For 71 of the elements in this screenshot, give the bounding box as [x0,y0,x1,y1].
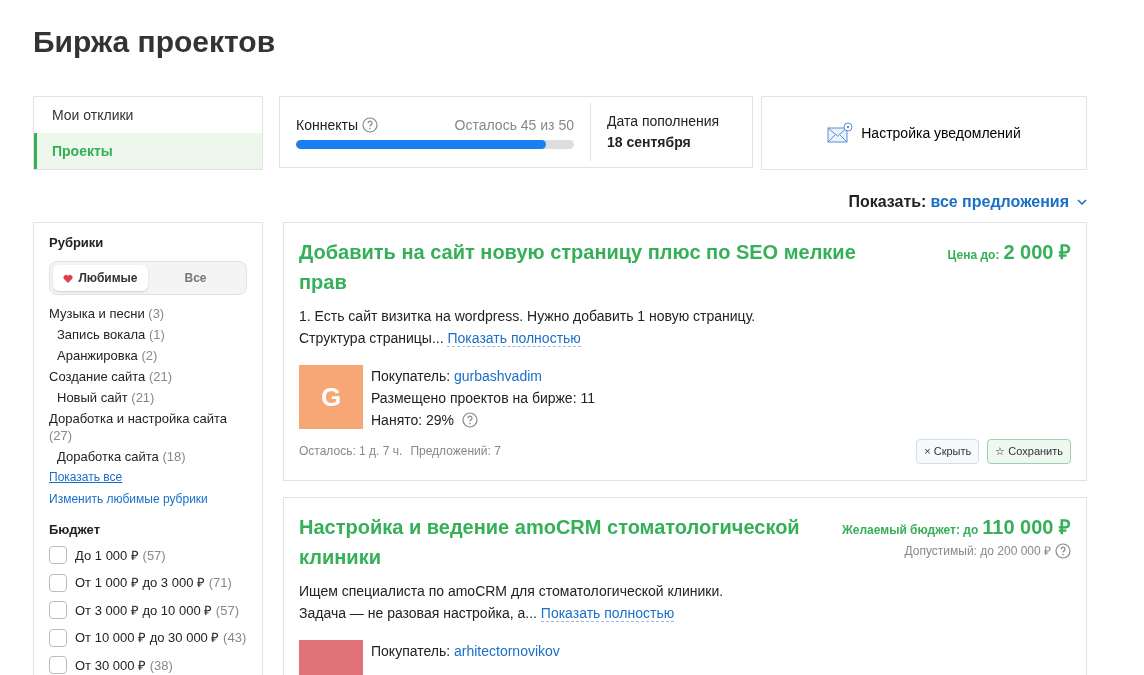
option-label: От 10 000 ₽ до 30 000 ₽ [75,630,220,645]
help-icon[interactable] [1055,542,1071,559]
category-label[interactable]: Доработка и настройка сайта [49,410,228,426]
refill-date: 18 сентября [607,133,692,152]
option-count: (43) [223,630,247,645]
checkbox[interactable] [49,628,67,647]
option-count: (57) [142,547,166,563]
show-all-link[interactable]: Показать все [49,467,123,486]
option-count: (71) [208,575,232,590]
section-title: Рубрики [49,234,105,252]
checkbox[interactable] [49,656,67,675]
category-label[interactable]: Доработка сайта [57,448,159,464]
project-description: 1. Есть сайт визитка на wordpress. Нужно добавить 1 новую страницу. Структура страницы... Показать полностью [299,307,757,349]
buyer-link[interactable]: gurbashvadim [454,368,542,384]
section-title: Бюджет [49,521,101,539]
category-label[interactable]: Создание сайта [49,368,146,384]
category-label[interactable]: Музыка и песни [49,305,145,321]
category-count: (27) [49,427,73,443]
category-label[interactable]: Запись вокала [57,326,146,342]
checkbox[interactable] [49,601,67,620]
category-count: (18) [162,448,186,464]
remaining-label: Осталось [454,117,517,133]
connects-label: Коннекты [296,117,358,133]
toggle-tab[interactable]: Все [148,264,243,291]
price: 2 000 ₽ [1003,240,1071,265]
option-label: От 3 000 ₽ до 10 000 ₽ [75,602,213,618]
remaining-value: 45 из 50 [520,117,574,133]
envelope-icon [827,122,854,144]
page-title: Биржа проектов [33,24,277,60]
category-count: (21) [148,368,173,384]
buyer-link[interactable]: arhitectornovikov [454,642,560,659]
option-count: (57) [215,602,239,618]
hired-rate: Нанято: 29% [371,411,455,430]
hide-button[interactable]: × Скрыть [916,439,980,464]
price-label: Желаемый бюджет: до [841,521,979,539]
checkbox[interactable] [49,546,67,565]
allowed-budget: Допустимый: до 200 000 ₽ [904,542,1051,560]
option-label: От 1 000 ₽ до 3 000 ₽ [75,575,205,590]
option-label: До 1 000 ₽ [75,547,139,563]
option-label: От 30 000 ₽ [75,657,147,673]
category-count: (2) [141,347,158,363]
help-icon[interactable] [361,117,378,133]
checkbox[interactable] [49,573,67,592]
refill-label: Дата пополнения [607,112,721,131]
chevron-down-icon[interactable] [1077,199,1087,205]
category-count: (21) [131,389,155,405]
category-count: (1) [148,326,165,342]
show-more-link[interactable]: Показать полностью [447,330,581,347]
category-label[interactable]: Аранжировка [57,347,138,363]
show-label: Показать: [848,192,927,212]
project-description: Ищем специалиста по amoCRM для стоматологической клиники. Задача — не разовая настройка, а... Показать полностью [299,581,725,624]
buyer-line: Покупатель: arhitectornovikov [371,641,560,661]
edit-categories-link[interactable]: Изменить любимые рубрики [49,490,247,508]
save-button[interactable]: ☆ Сохранить [987,439,1071,464]
category-label[interactable]: Новый сайт [57,389,128,405]
time-left: Осталось: 1 д. 7 ч. [299,443,403,461]
show-more-link[interactable]: Показать полностью [540,604,675,622]
posted-count: Размещено проектов на бирже: 11 [371,389,595,408]
price-label: Цена до: [947,247,1000,264]
buyer-line: Покупатель: gurbashvadim [371,367,543,386]
menu-item[interactable]: Мои отклики [34,97,262,133]
toggle-tab[interactable]: Любимые [53,264,148,291]
option-count: (38) [149,657,173,673]
heart-icon [63,273,74,283]
filter-dropdown[interactable]: все предложения [930,190,1069,214]
help-icon[interactable] [462,412,479,428]
avatar: G [299,365,363,429]
category-count: (3) [148,305,165,321]
price: 110 000 ₽ [982,514,1071,540]
offers-count: Предложений: 7 [410,443,501,461]
notifications-button[interactable]: Настройка уведомлений [761,96,1087,170]
